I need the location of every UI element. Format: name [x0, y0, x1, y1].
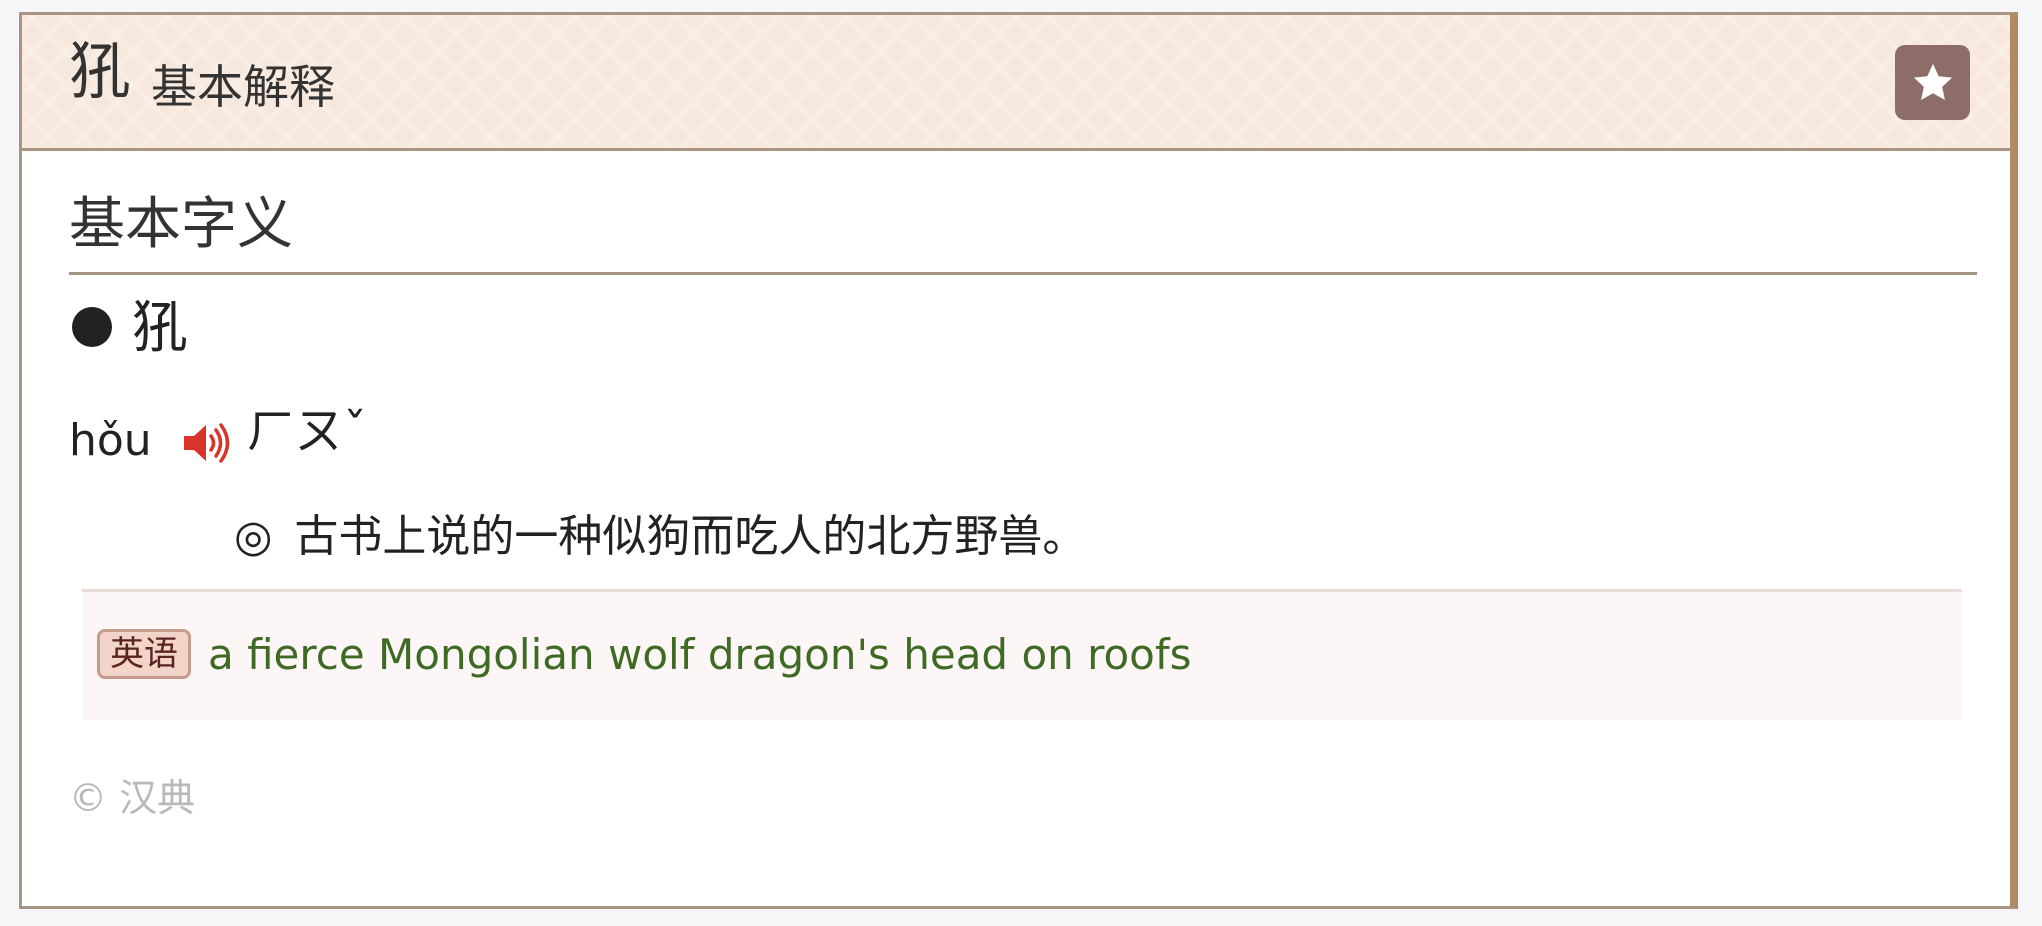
favorite-button[interactable]: [1895, 45, 1970, 120]
english-tag: 英语: [97, 629, 191, 679]
bullet-icon: [72, 307, 112, 347]
definition-line: ◎ 古书上说的一种似狗而吃人的北方野兽。: [234, 515, 1086, 559]
star-icon: [1913, 63, 1952, 100]
definition-marker: ◎: [234, 511, 273, 562]
english-translation: a fierce Mongolian wolf dragon's head on…: [208, 630, 1192, 679]
section-divider: [69, 272, 1977, 275]
definition-text: 古书上说的一种似狗而吃人的北方野兽。: [294, 511, 1087, 562]
dictionary-card: 犼 基本解释 基本字义 犼 hǒu ㄏㄡˇ ◎ 古书上说的一种似狗而吃人的北方野兽…: [19, 12, 2018, 909]
header-title: 基本解释: [151, 60, 335, 114]
zhuyin-text: ㄏㄡˇ: [247, 403, 368, 459]
speaker-icon[interactable]: [182, 421, 232, 465]
header-character: 犼: [69, 35, 132, 108]
entry-character: 犼: [132, 296, 188, 361]
copyright-text: © 汉典: [69, 776, 196, 820]
card-header: 犼 基本解释: [22, 15, 2010, 151]
section-title: 基本字义: [69, 192, 293, 257]
english-translation-box: 英语 a fierce Mongolian wolf dragon's head…: [82, 589, 1962, 720]
pinyin-text: hǒu: [69, 415, 152, 466]
